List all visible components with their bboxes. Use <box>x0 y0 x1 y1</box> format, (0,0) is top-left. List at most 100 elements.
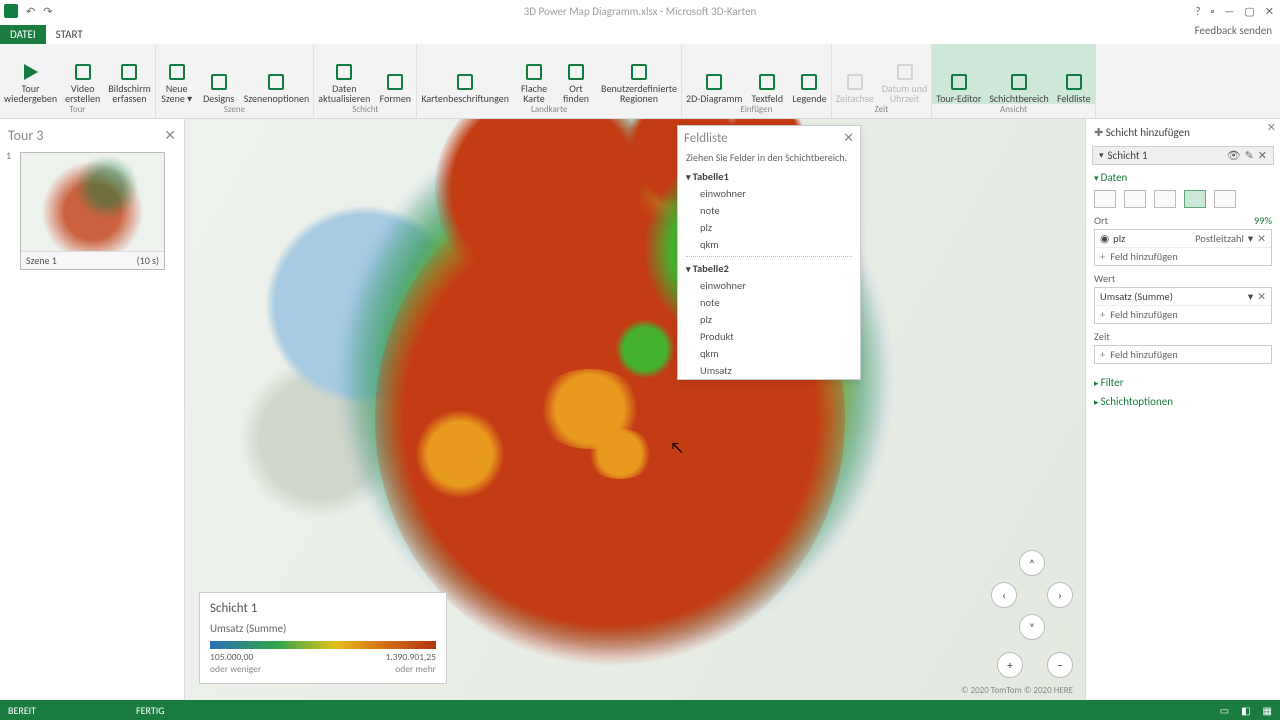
field-item[interactable]: Umsatz <box>678 362 860 379</box>
tour-panel: Tour 3 ✕ 1 Szene 1 (10 s) <box>0 119 185 700</box>
app-icon <box>4 4 18 18</box>
section-options[interactable]: Schichtoptionen <box>1094 395 1272 408</box>
custom-regions-button[interactable]: Benutzerdefinierte Regionen <box>597 44 681 104</box>
shapes-button[interactable]: Formen <box>374 44 416 104</box>
rename-icon[interactable]: ✎ <box>1245 149 1254 162</box>
layer-panel: ✕ Schicht hinzufügen ▾ Schicht 1 👁 ✎ ✕ D… <box>1085 119 1280 700</box>
status-bereit: BEREIT <box>8 704 36 717</box>
field-item[interactable]: qkm <box>678 345 860 362</box>
cursor-icon: ↖ <box>670 439 684 458</box>
field-item[interactable]: einwohner <box>678 185 860 202</box>
view2-icon[interactable]: ◧ <box>1241 704 1250 717</box>
rotate-right-button[interactable]: › <box>1047 582 1073 608</box>
map-nav-controls: ˄ ‹ › ˅ <box>991 550 1073 640</box>
2d-chart-button[interactable]: 2D-Diagramm <box>682 44 746 104</box>
vis-heatmap[interactable] <box>1184 190 1206 208</box>
field-list-toggle[interactable]: Feldliste <box>1053 44 1095 104</box>
find-location-button[interactable]: Ort finden <box>555 44 597 104</box>
tilt-up-button[interactable]: ˄ <box>1019 550 1045 576</box>
tilt-down-button[interactable]: ˅ <box>1019 614 1045 640</box>
play-tour-button[interactable]: Tour wiedergeben <box>0 44 61 104</box>
legend-title: Schicht 1 <box>210 601 436 616</box>
redo-icon[interactable]: ↷ <box>43 5 52 18</box>
close-field-list-icon[interactable]: ✕ <box>843 131 854 146</box>
tour-editor-toggle[interactable]: Tour-Editor <box>932 44 985 104</box>
scene-options-button[interactable]: Szenenoptionen <box>240 44 314 104</box>
rotate-left-button[interactable]: ‹ <box>991 582 1017 608</box>
add-value-field[interactable]: Feld hinzufügen <box>1095 306 1271 323</box>
add-layer-button[interactable]: Schicht hinzufügen <box>1092 123 1274 142</box>
legend-gradient <box>210 641 436 649</box>
vis-clustered-column[interactable] <box>1124 190 1146 208</box>
chevron-down-icon: ▾ <box>1099 150 1104 161</box>
title-bar: ↶ ↷ 3D Power Map Diagramm.xlsx - Microso… <box>0 0 1280 22</box>
field-list-panel[interactable]: Feldliste ✕ Ziehen Sie Felder in den Sch… <box>677 125 861 380</box>
view1-icon[interactable]: ▭ <box>1220 704 1229 717</box>
field-item[interactable]: qkm <box>678 236 860 253</box>
remove-field-icon[interactable]: ✕ <box>1257 232 1266 245</box>
status-bar: BEREIT FERTIG ▭ ◧ ▦ <box>0 700 1280 720</box>
layer-header[interactable]: ▾ Schicht 1 👁 ✎ ✕ <box>1092 146 1274 165</box>
vis-bubble[interactable] <box>1154 190 1176 208</box>
new-scene-button[interactable]: Neue Szene ▾ <box>156 44 198 104</box>
help-icon[interactable]: ? <box>1195 5 1200 18</box>
status-fertig: FERTIG <box>136 704 165 717</box>
location-well[interactable]: ◉ plz Postleitzahl ▾ ✕ Feld hinzufügen <box>1094 229 1272 266</box>
field-item[interactable]: plz <box>678 219 860 236</box>
chevron-down-icon[interactable]: ▾ <box>1248 232 1253 245</box>
table1-header[interactable]: Tabelle1 <box>678 168 860 185</box>
close-layer-panel-icon[interactable]: ✕ <box>1267 121 1276 134</box>
scene-thumbnail[interactable]: Szene 1 (10 s) <box>20 152 165 270</box>
zoom-out-button[interactable]: − <box>1047 652 1073 678</box>
field-item[interactable]: note <box>678 202 860 219</box>
table2-header[interactable]: Tabelle2 <box>678 260 860 277</box>
map-attribution: © 2020 TomTom © 2020 HERE <box>961 685 1073 696</box>
ribbon-tabs: DATEI START Feedback senden <box>0 22 1280 44</box>
timeline-button: Zeitachse <box>832 44 878 104</box>
create-video-button[interactable]: Video erstellen <box>61 44 104 104</box>
map-canvas[interactable]: ↖ Schicht 1 Umsatz (Summe) 105.000,001.3… <box>185 119 1085 700</box>
field-item[interactable]: plz <box>678 311 860 328</box>
flat-map-button[interactable]: Flache Karte <box>513 44 555 104</box>
map-labels-button[interactable]: Kartenbeschriftungen <box>417 44 513 104</box>
field-item[interactable]: Produkt <box>678 328 860 345</box>
capture-screen-button[interactable]: Bildschirm erfassen <box>104 44 154 104</box>
textbox-button[interactable]: Textfeld <box>746 44 788 104</box>
section-daten[interactable]: Daten <box>1094 171 1272 184</box>
ribbon: Tour wiedergeben Video erstellen Bildsch… <box>0 44 1280 119</box>
layer-pane-toggle[interactable]: Schichtbereich <box>985 44 1052 104</box>
tab-datei[interactable]: DATEI <box>0 25 46 44</box>
feedback-link[interactable]: Feedback senden <box>1195 24 1272 37</box>
delete-layer-icon[interactable]: ✕ <box>1258 149 1267 162</box>
time-well[interactable]: Feld hinzufügen <box>1094 345 1272 364</box>
add-time-field[interactable]: Feld hinzufügen <box>1095 346 1271 363</box>
legend-button[interactable]: Legende <box>788 44 830 104</box>
map-legend[interactable]: Schicht 1 Umsatz (Summe) 105.000,001.390… <box>199 592 447 684</box>
vis-region[interactable] <box>1214 190 1236 208</box>
field-item[interactable]: note <box>678 294 860 311</box>
view3-icon[interactable]: ▦ <box>1263 704 1272 717</box>
maximize-icon[interactable]: ▢ <box>1244 5 1254 18</box>
field-item[interactable]: einwohner <box>678 277 860 294</box>
chevron-down-icon[interactable]: ▾ <box>1248 290 1253 303</box>
value-well[interactable]: Umsatz (Summe) ▾ ✕ Feld hinzufügen <box>1094 287 1272 324</box>
section-filter[interactable]: Filter <box>1094 376 1272 389</box>
remove-field-icon[interactable]: ✕ <box>1257 290 1266 303</box>
undo-icon[interactable]: ↶ <box>26 5 35 18</box>
tour-title: Tour 3 <box>8 127 43 144</box>
visibility-icon[interactable]: 👁 <box>1227 149 1241 162</box>
close-tour-panel-icon[interactable]: ✕ <box>164 127 176 144</box>
tab-start[interactable]: START <box>46 25 93 44</box>
close-icon[interactable]: ✕ <box>1265 5 1274 18</box>
minimize-icon[interactable]: — <box>1224 5 1234 18</box>
field-list-hint: Ziehen Sie Felder in den Schichtbereich. <box>678 151 860 168</box>
refresh-data-button[interactable]: Daten aktualisieren <box>314 44 374 104</box>
ribbon-options-icon[interactable]: ▫ <box>1211 5 1215 18</box>
legend-metric: Umsatz (Summe) <box>210 622 436 635</box>
geocode-percent[interactable]: 99% <box>1254 214 1272 227</box>
designs-button[interactable]: Designs <box>198 44 240 104</box>
add-location-field[interactable]: Feld hinzufügen <box>1095 248 1271 265</box>
field-list-title: Feldliste <box>684 131 728 146</box>
zoom-in-button[interactable]: + <box>997 652 1023 678</box>
vis-stacked-column[interactable] <box>1094 190 1116 208</box>
